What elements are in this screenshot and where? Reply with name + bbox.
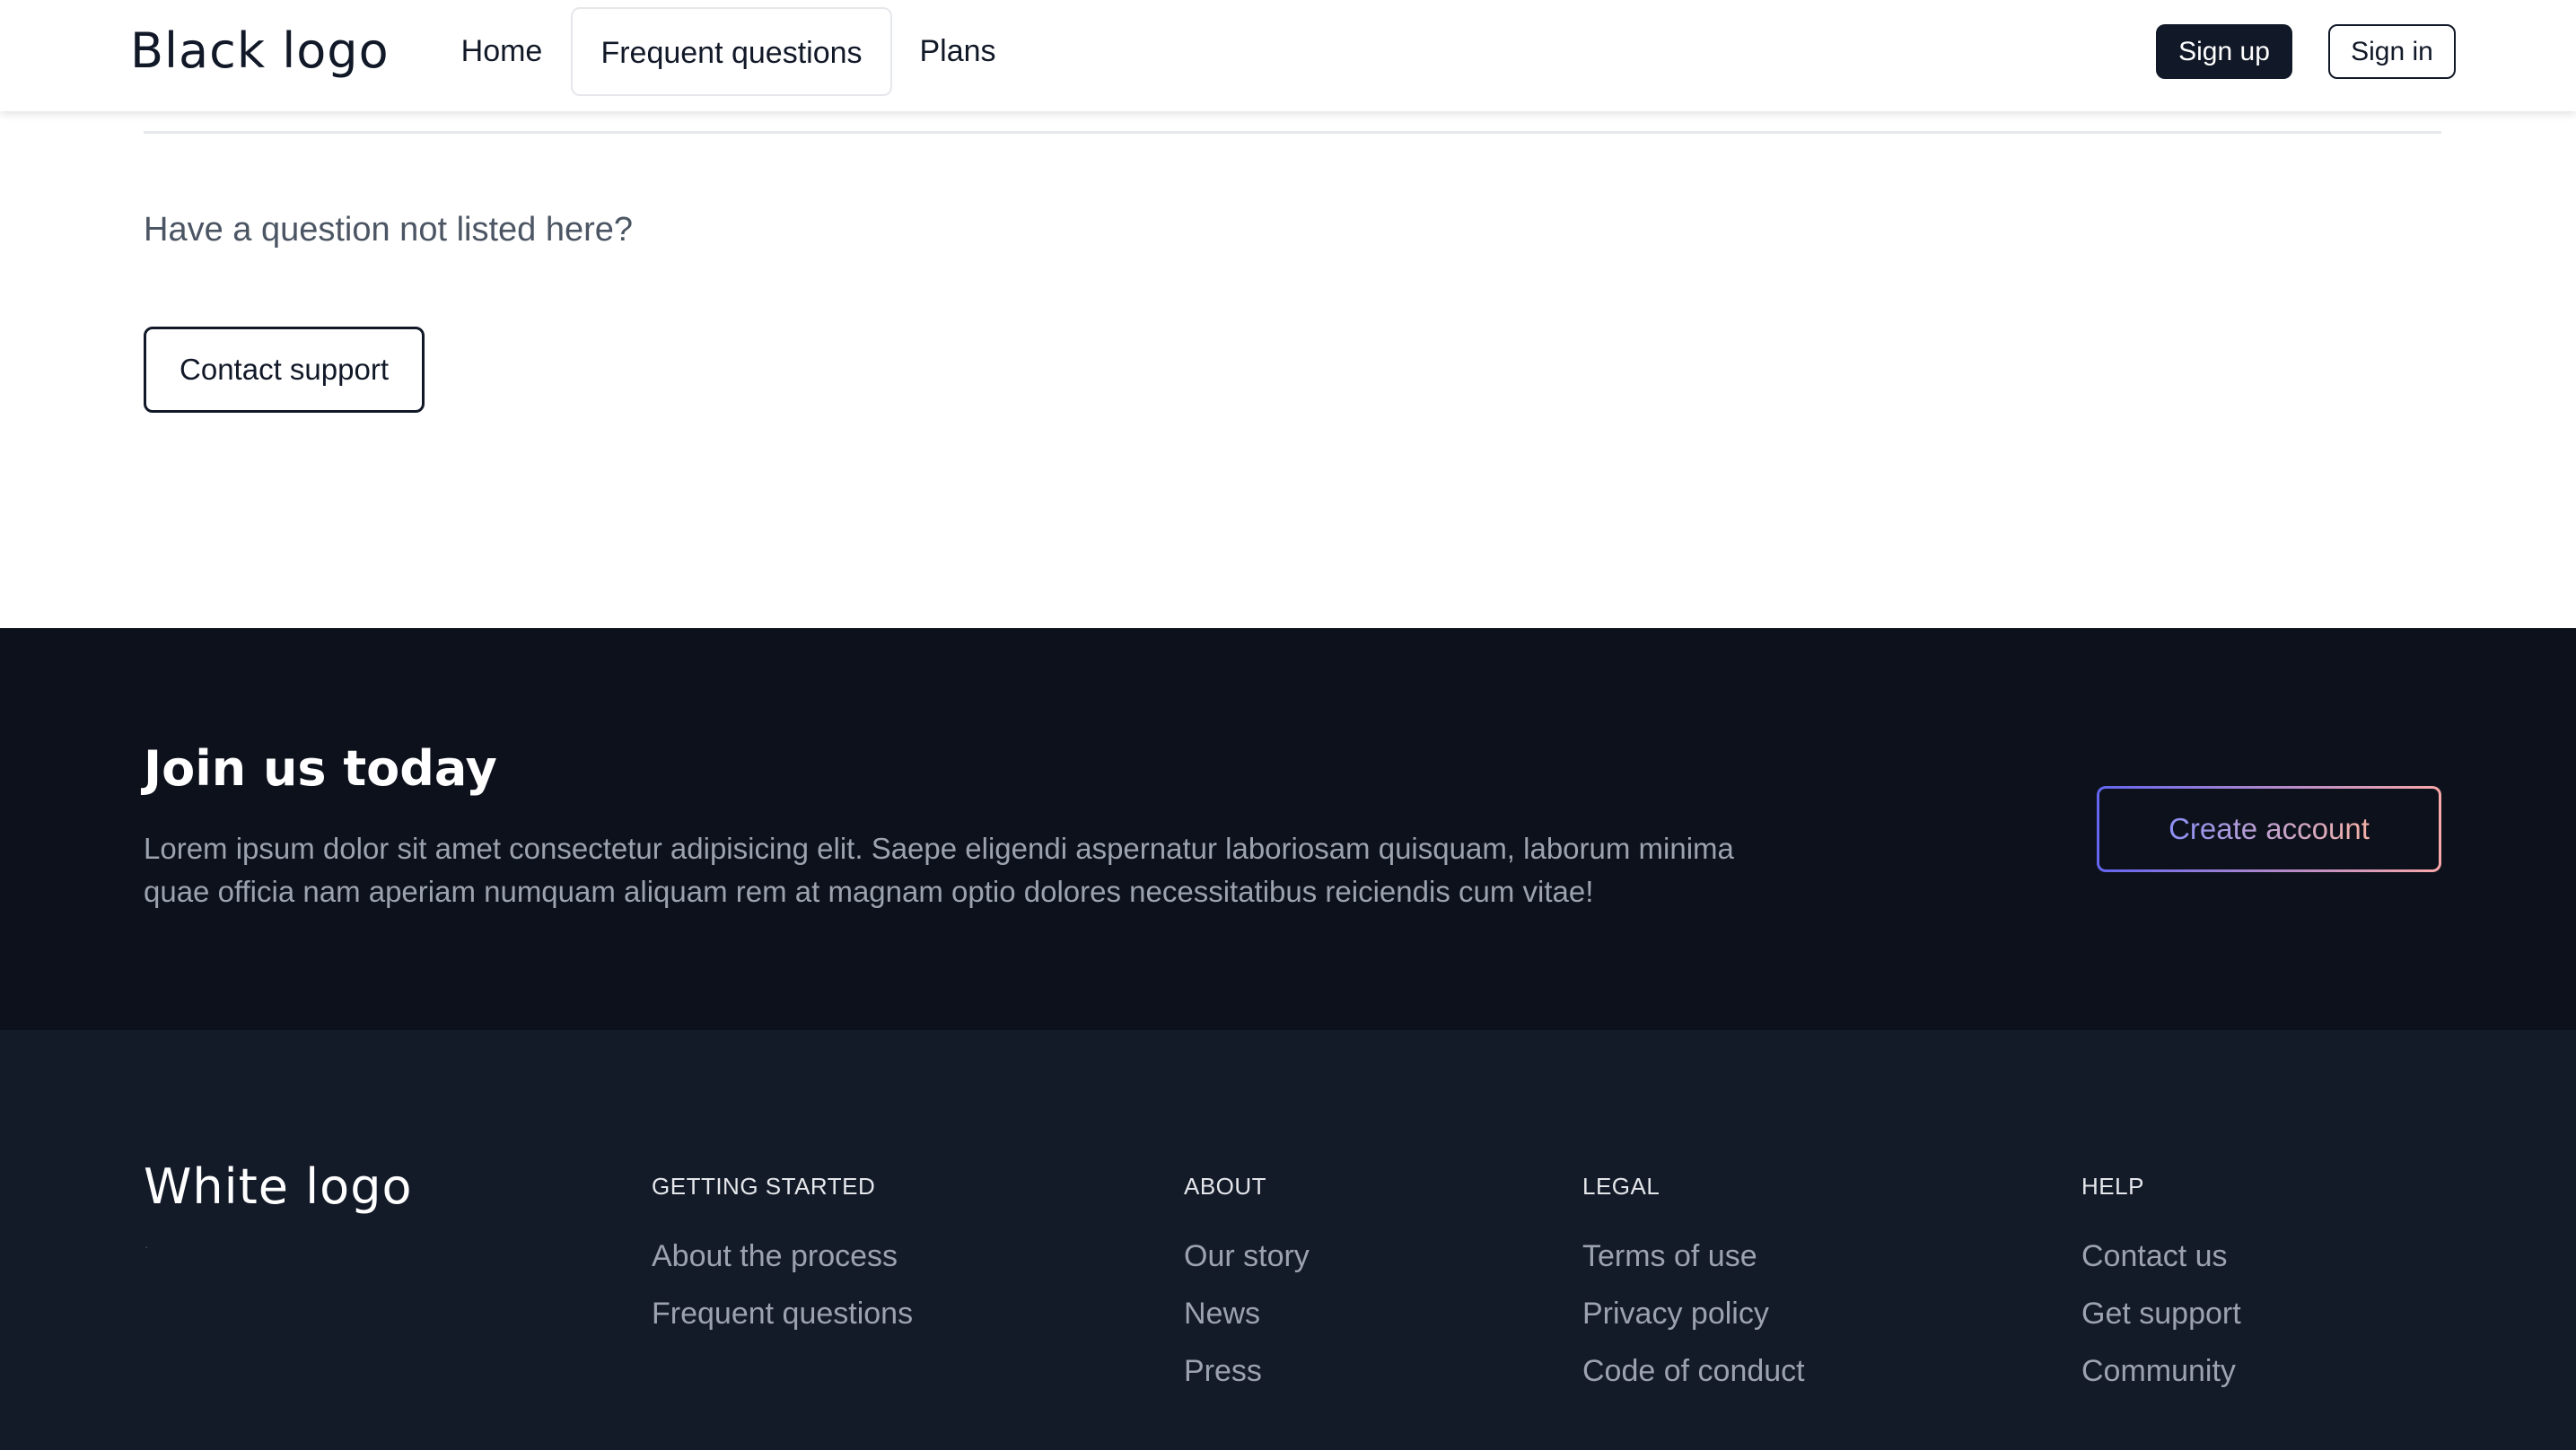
footer-link-about-the-process[interactable]: About the process	[652, 1227, 913, 1285]
footer-heading: ABOUT	[1184, 1173, 1267, 1200]
create-account-label: Create account	[2169, 812, 2370, 845]
nav-home[interactable]: Home	[443, 7, 560, 96]
footer-link-code-of-conduct[interactable]: Code of conduct	[1582, 1342, 1805, 1400]
cta-body: Lorem ipsum dolor sit amet consectetur a…	[144, 832, 1734, 908]
logo-link[interactable]: Black logo	[130, 20, 390, 83]
create-account-button[interactable]: Create account	[2097, 786, 2441, 872]
nav-plans[interactable]: Plans	[903, 7, 1012, 96]
contact-support-button[interactable]: Contact support	[144, 327, 425, 413]
footer-link-contact-us[interactable]: Contact us	[2081, 1227, 2241, 1285]
question-prompt: Have a question not listed here?	[144, 211, 634, 249]
footer-decoration: ·	[145, 1239, 149, 1253]
footer-link-frequent-questions[interactable]: Frequent questions	[652, 1285, 913, 1342]
footer-link-our-story[interactable]: Our story	[1184, 1227, 1310, 1285]
footer-link-get-support[interactable]: Get support	[2081, 1285, 2241, 1342]
site-footer: White logo · GETTING STARTED About the p…	[0, 1030, 2576, 1450]
footer-link-privacy-policy[interactable]: Privacy policy	[1582, 1285, 1805, 1342]
footer-column-legal: LEGAL Terms of use Privacy policy Code o…	[1582, 1168, 1805, 1400]
footer-logo-link[interactable]: White logo	[144, 1156, 413, 1219]
footer-heading: HELP	[2081, 1173, 2144, 1200]
footer-heading: GETTING STARTED	[652, 1173, 876, 1200]
sign-in-button[interactable]: Sign in	[2328, 24, 2456, 79]
footer-link-community[interactable]: Community	[2081, 1342, 2241, 1400]
footer-column-getting-started: GETTING STARTED About the process Freque…	[652, 1168, 913, 1342]
footer-link-terms-of-use[interactable]: Terms of use	[1582, 1227, 1805, 1285]
footer-column-help: HELP Contact us Get support Community	[2081, 1168, 2241, 1400]
site-header: Black logo Home Frequent questions Plans…	[0, 0, 2576, 111]
footer-heading: LEGAL	[1582, 1173, 1660, 1200]
cta-title: Join us today	[144, 740, 497, 797]
faq-divider	[144, 131, 2441, 134]
footer-column-about: ABOUT Our story News Press	[1184, 1168, 1310, 1400]
footer-link-press[interactable]: Press	[1184, 1342, 1310, 1400]
footer-link-news[interactable]: News	[1184, 1285, 1310, 1342]
cta-section: Join us today Lorem ipsum dolor sit amet…	[0, 628, 2576, 1030]
sign-up-button[interactable]: Sign up	[2156, 24, 2292, 79]
nav-frequent-questions[interactable]: Frequent questions	[571, 7, 892, 96]
